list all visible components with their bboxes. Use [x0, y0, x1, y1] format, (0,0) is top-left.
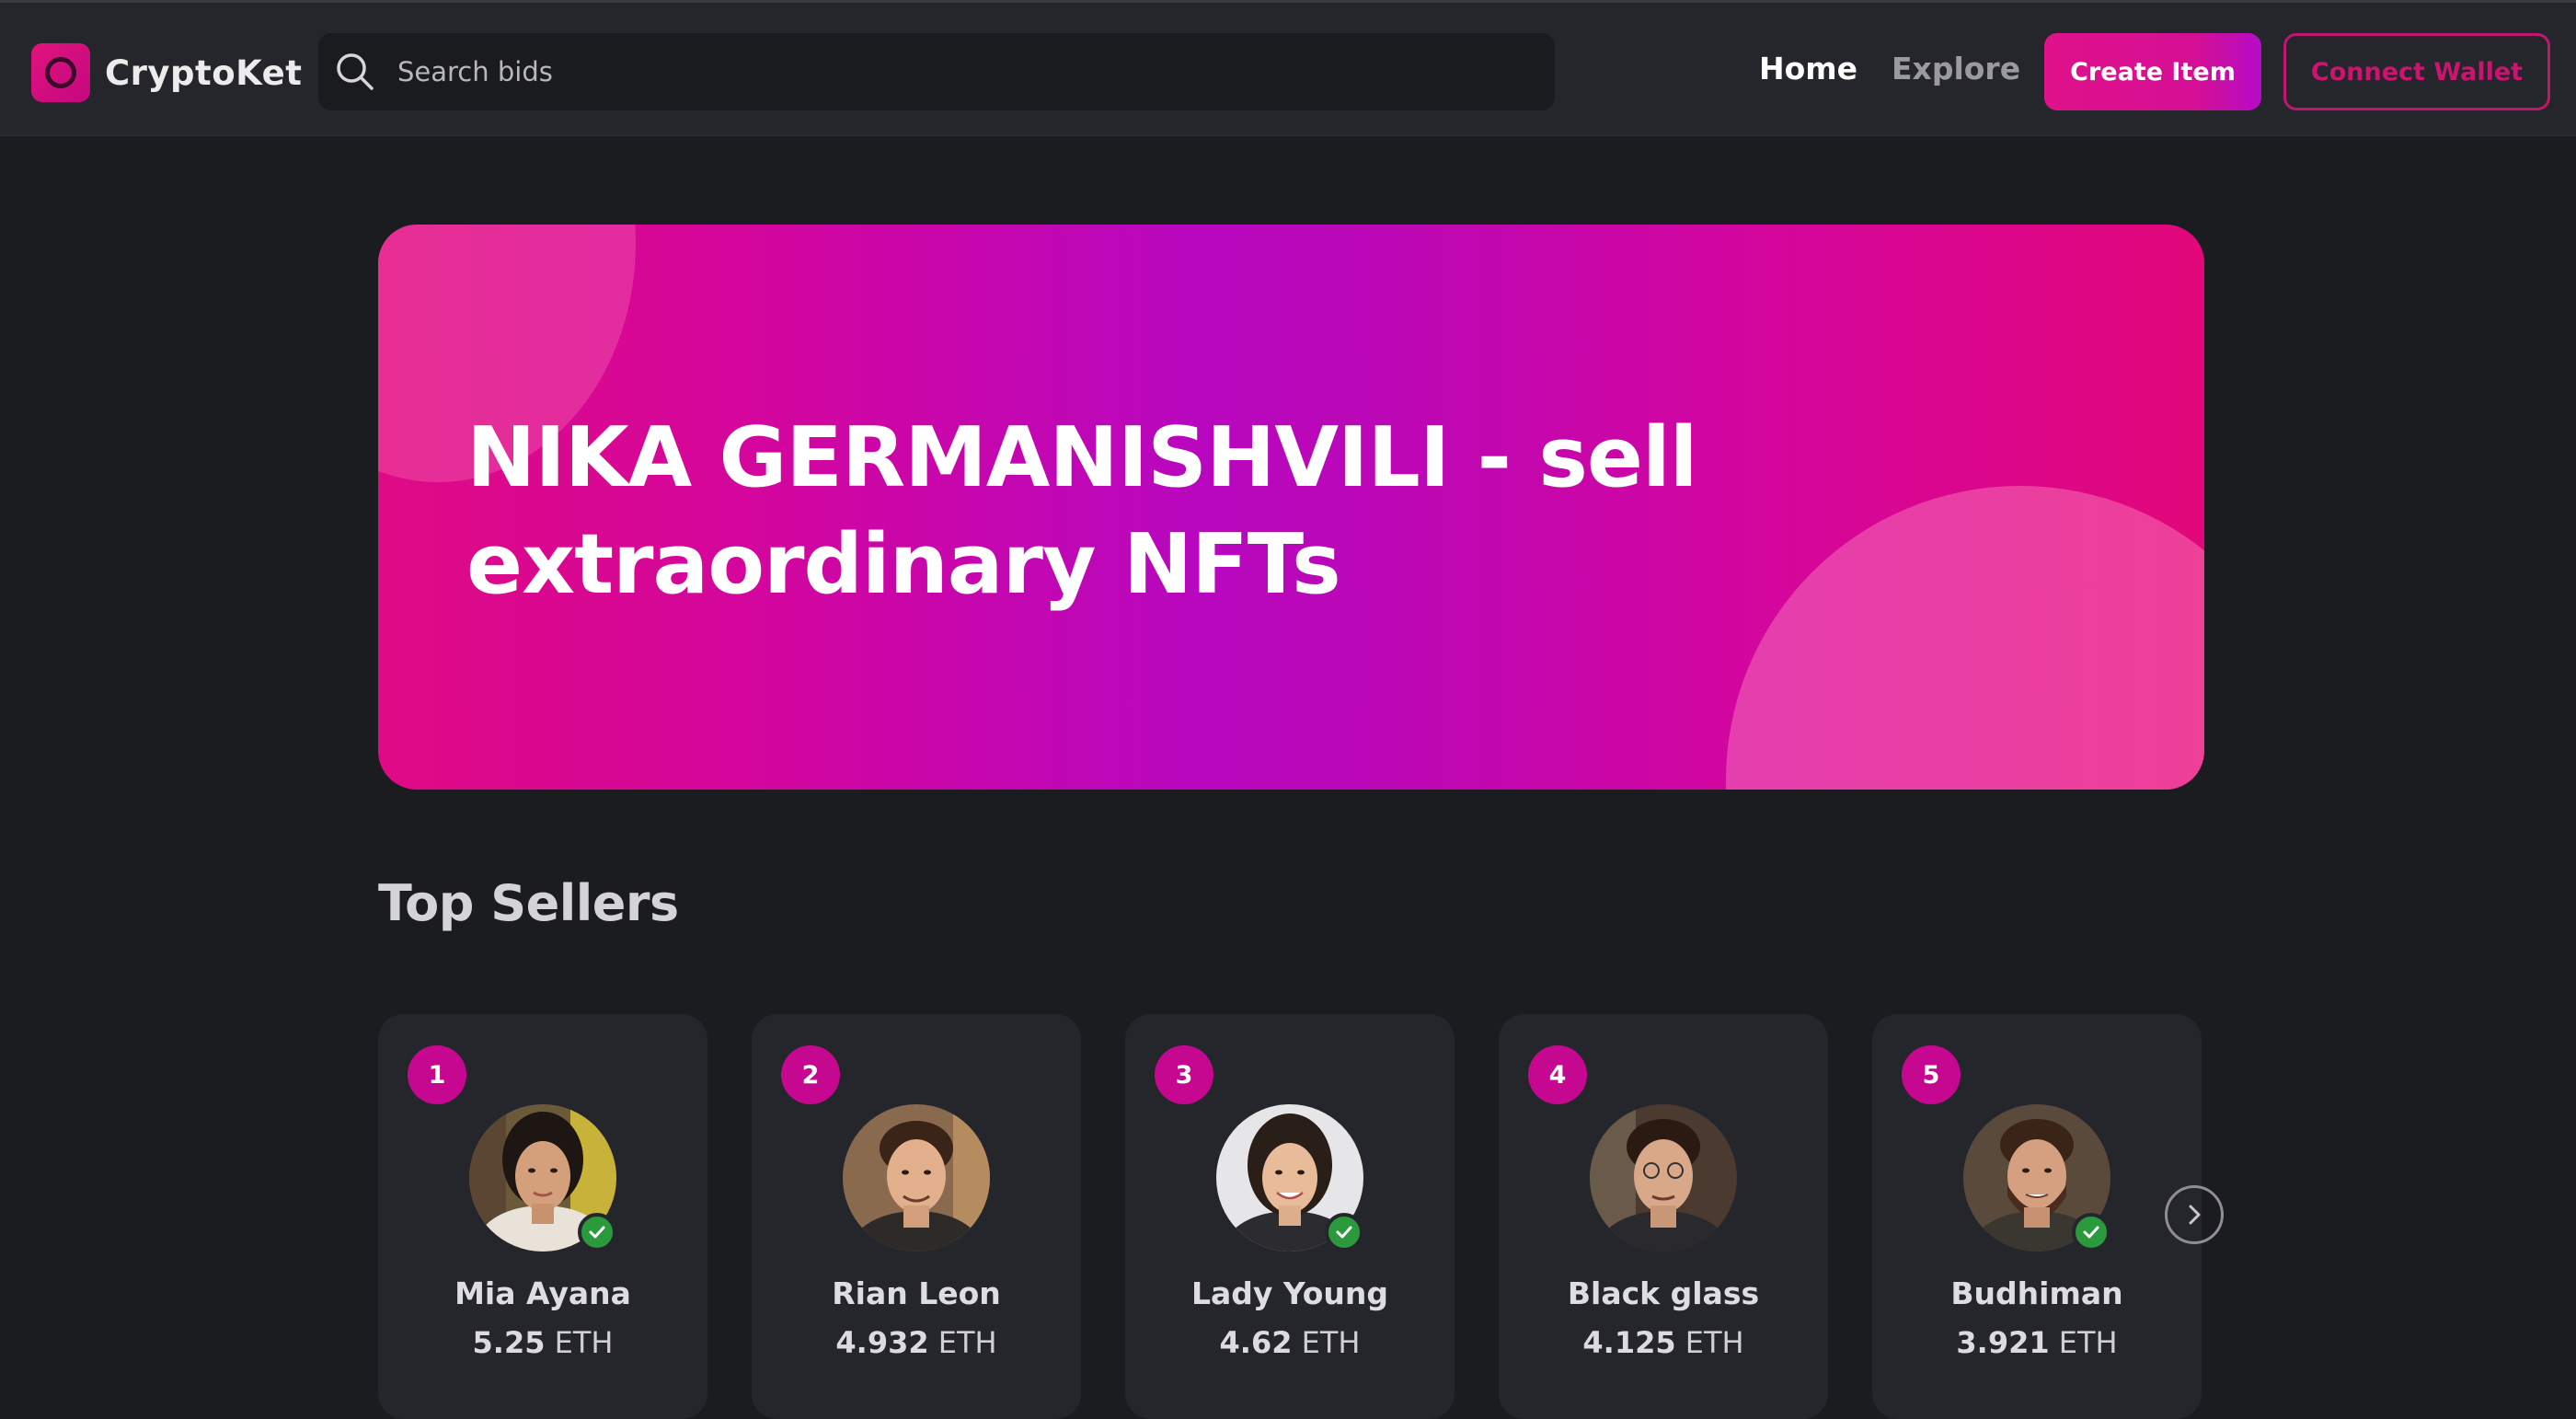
- seller-card[interactable]: 3 Lady Young 4.62 ETH: [1125, 1014, 1455, 1419]
- search-icon: [318, 33, 385, 110]
- hero-banner: NIKA GERMANISHVILI - sell extraordinary N…: [378, 225, 2204, 790]
- create-item-button[interactable]: Create Item: [2044, 33, 2261, 110]
- hero-title: NIKA GERMANISHVILI - sell extraordinary N…: [466, 405, 1754, 618]
- check-icon: [1336, 1226, 1352, 1239]
- top-sellers-title: Top Sellers: [378, 874, 679, 932]
- carousel-next-button[interactable]: [2165, 1185, 2224, 1244]
- seller-name: Rian Leon: [832, 1275, 1001, 1311]
- seller-card[interactable]: 2 Rian Leon 4.932 ETH: [752, 1014, 1081, 1419]
- seller-card[interactable]: 5 Budhiman 3.921 ETH: [1872, 1014, 2202, 1419]
- hero-title-line2: extraordinary NFTs: [466, 516, 1341, 613]
- seller-amount: 4.62 ETH: [1219, 1325, 1361, 1360]
- check-icon: [589, 1226, 605, 1239]
- verified-badge: [578, 1213, 616, 1252]
- rank-badge: 4: [1528, 1045, 1587, 1104]
- logo[interactable]: CryptoKet: [31, 43, 302, 102]
- verified-badge: [2072, 1213, 2110, 1252]
- logo-icon: [31, 43, 90, 102]
- search-input[interactable]: [385, 33, 1555, 110]
- seller-amount: 5.25 ETH: [472, 1325, 614, 1360]
- chevron-right-icon: [2189, 1205, 2201, 1225]
- seller-name: Lady Young: [1190, 1275, 1389, 1311]
- search-bar: [318, 33, 1555, 110]
- nav-link-explore[interactable]: Explore: [1892, 51, 2020, 87]
- check-icon: [2083, 1226, 2099, 1239]
- hero-decoration-circle: [1726, 486, 2204, 790]
- avatar: [843, 1104, 990, 1252]
- seller-amount: 3.921 ETH: [1956, 1325, 2118, 1360]
- seller-name: Mia Ayana: [454, 1275, 631, 1311]
- avatar: [1590, 1104, 1737, 1252]
- logo-text: CryptoKet: [105, 52, 303, 93]
- seller-name: Black glass: [1567, 1275, 1760, 1311]
- navbar: CryptoKet Home Explore Create Item Conne…: [0, 0, 2576, 136]
- seller-amount: 4.932 ETH: [835, 1325, 997, 1360]
- seller-name: Budhiman: [1950, 1275, 2123, 1311]
- seller-amount: 4.125 ETH: [1582, 1325, 1744, 1360]
- seller-card[interactable]: 1 Mia Ayana 5.25 ETH: [378, 1014, 707, 1419]
- rank-badge: 2: [781, 1045, 840, 1104]
- rank-badge: 3: [1155, 1045, 1213, 1104]
- seller-card[interactable]: 4 Black glass 4.125 ETH: [1499, 1014, 1828, 1419]
- nav-link-home[interactable]: Home: [1759, 51, 1857, 87]
- connect-wallet-button[interactable]: Connect Wallet: [2283, 33, 2550, 110]
- hero-title-line1: NIKA GERMANISHVILI - sell: [466, 410, 1698, 506]
- rank-badge: 1: [408, 1045, 466, 1104]
- verified-badge: [1325, 1213, 1363, 1252]
- rank-badge: 5: [1902, 1045, 1961, 1104]
